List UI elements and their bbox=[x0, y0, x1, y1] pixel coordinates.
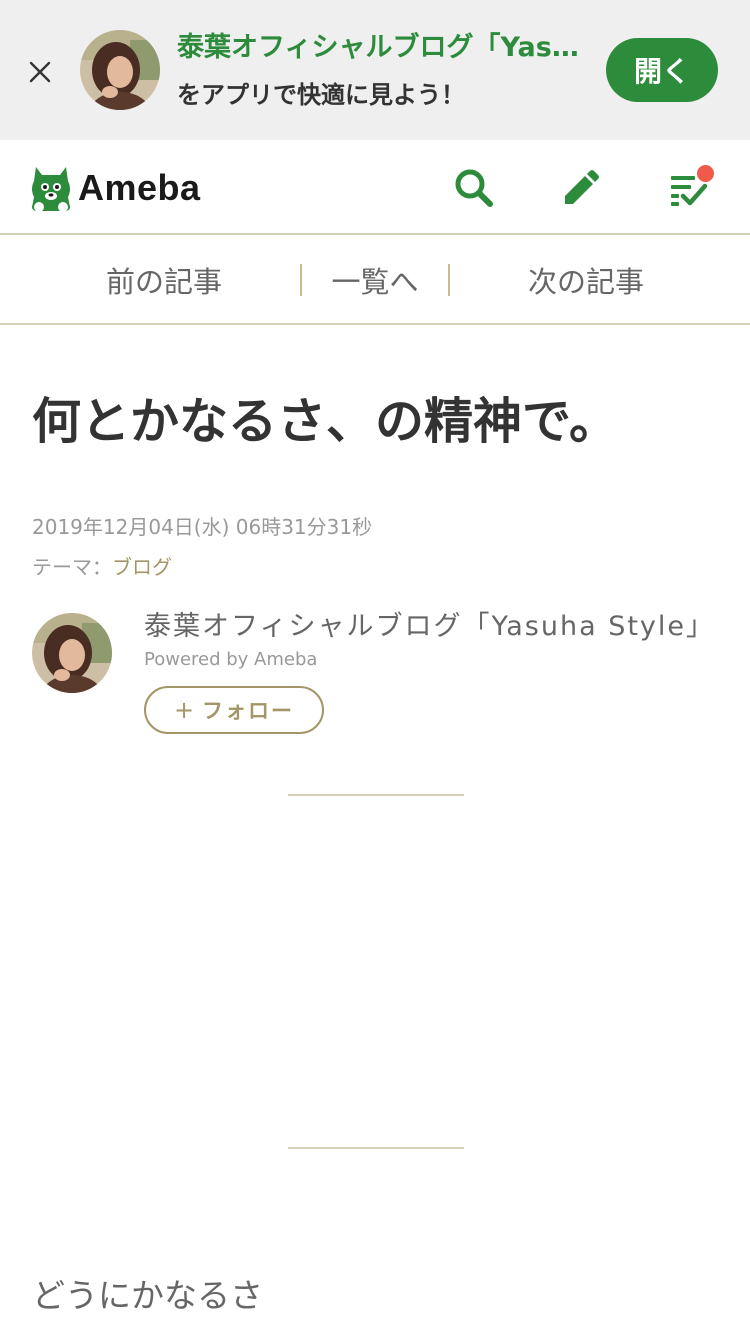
article-body: どうにかなるさ bbox=[32, 1276, 263, 1315]
blog-name-link[interactable]: 泰葉オフィシャルブログ「Yasuha Style」 bbox=[144, 609, 715, 645]
banner-subtitle: をアプリで快適に見よう！ bbox=[177, 81, 465, 109]
logo-text: Ameba bbox=[78, 167, 201, 208]
follow-label: フォロー bbox=[202, 699, 295, 723]
search-icon[interactable] bbox=[452, 166, 496, 210]
plus-icon: + bbox=[173, 696, 197, 724]
ameba-logo[interactable]: Ameba bbox=[30, 160, 201, 216]
follow-button[interactable]: + フォロー bbox=[144, 686, 324, 734]
avatar[interactable] bbox=[32, 613, 112, 693]
ameba-mascot-icon bbox=[32, 167, 70, 212]
article-list-link[interactable]: 一覧へ bbox=[302, 235, 448, 325]
article-navigation: 前の記事 一覧へ 次の記事 bbox=[0, 235, 750, 325]
notification-badge bbox=[697, 165, 714, 182]
banner-avatar bbox=[80, 30, 160, 110]
theme-label: テーマ： bbox=[32, 555, 112, 579]
app-install-banner: 泰葉オフィシャルブログ「Yasuha Style」 をアプリで快適に見よう！ 開… bbox=[0, 0, 750, 140]
divider bbox=[288, 794, 464, 796]
theme-link[interactable]: ブログ bbox=[112, 555, 172, 579]
powered-by: Powered by Ameba bbox=[144, 649, 318, 670]
open-app-button[interactable]: 開く bbox=[606, 38, 718, 102]
banner-title: 泰葉オフィシャルブログ「Yasuha Style」 bbox=[177, 32, 592, 63]
close-icon[interactable] bbox=[20, 52, 60, 92]
article-title: 何とかなるさ、の精神で。 bbox=[32, 393, 619, 450]
pencil-icon[interactable] bbox=[557, 166, 601, 210]
article-theme: テーマ：ブログ bbox=[32, 552, 172, 582]
prev-article-link[interactable]: 前の記事 bbox=[40, 235, 288, 325]
article-date: 2019年12月04日(水) 06時31分31秒 bbox=[32, 515, 373, 539]
nav-divider bbox=[448, 264, 450, 296]
next-article-link[interactable]: 次の記事 bbox=[462, 235, 710, 325]
site-header: Ameba bbox=[0, 140, 750, 235]
divider bbox=[288, 1147, 464, 1149]
